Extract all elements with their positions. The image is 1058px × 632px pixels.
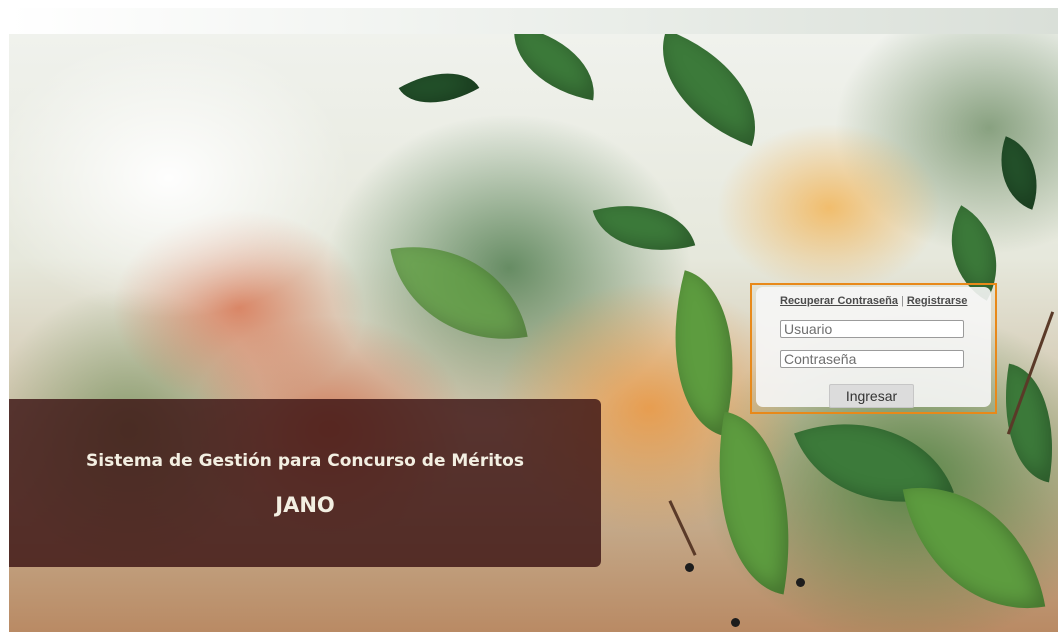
register-link[interactable]: Registrarse bbox=[907, 295, 968, 307]
twig-decoration bbox=[668, 500, 697, 556]
recover-password-link[interactable]: Recuperar Contraseña bbox=[780, 295, 898, 307]
leaf-decoration bbox=[638, 29, 780, 147]
berry-decoration bbox=[731, 618, 740, 627]
leaf-decoration bbox=[985, 136, 1053, 210]
username-input[interactable] bbox=[780, 320, 964, 338]
leaf-decoration bbox=[504, 25, 604, 101]
berry-decoration bbox=[685, 563, 694, 572]
system-subtitle: Sistema de Gestión para Concurso de Méri… bbox=[86, 451, 524, 471]
leaf-decoration bbox=[645, 270, 763, 436]
leaf-decoration bbox=[390, 228, 528, 358]
password-input[interactable] bbox=[780, 350, 964, 368]
leaf-decoration bbox=[989, 363, 1058, 483]
top-strip bbox=[9, 8, 1058, 34]
leaf-decoration bbox=[902, 468, 1046, 628]
login-links: Recuperar Contraseña | Registrarse bbox=[780, 295, 967, 307]
leaf-decoration bbox=[592, 187, 696, 269]
app-name: JANO bbox=[275, 493, 335, 517]
link-separator: | bbox=[901, 295, 904, 307]
title-banner: Sistema de Gestión para Concurso de Méri… bbox=[9, 399, 601, 567]
berry-decoration bbox=[796, 578, 805, 587]
login-button[interactable]: Ingresar bbox=[829, 384, 914, 408]
leaf-decoration bbox=[398, 53, 480, 123]
